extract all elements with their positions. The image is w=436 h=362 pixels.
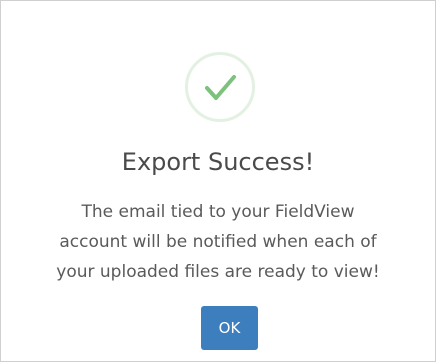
message-line: your uploaded files are ready to view!	[56, 262, 380, 282]
dialog-title: Export Success!	[121, 148, 315, 176]
dialog-message: The email tied to your FieldView account…	[1, 197, 435, 287]
export-success-dialog: Export Success! The email tied to your F…	[0, 0, 436, 362]
message-line: account will be notified when each of	[59, 232, 377, 252]
check-icon	[205, 75, 236, 100]
ok-button[interactable]: OK	[201, 306, 258, 350]
message-line: The email tied to your FieldView	[81, 202, 355, 222]
success-icon-ring	[185, 52, 255, 122]
